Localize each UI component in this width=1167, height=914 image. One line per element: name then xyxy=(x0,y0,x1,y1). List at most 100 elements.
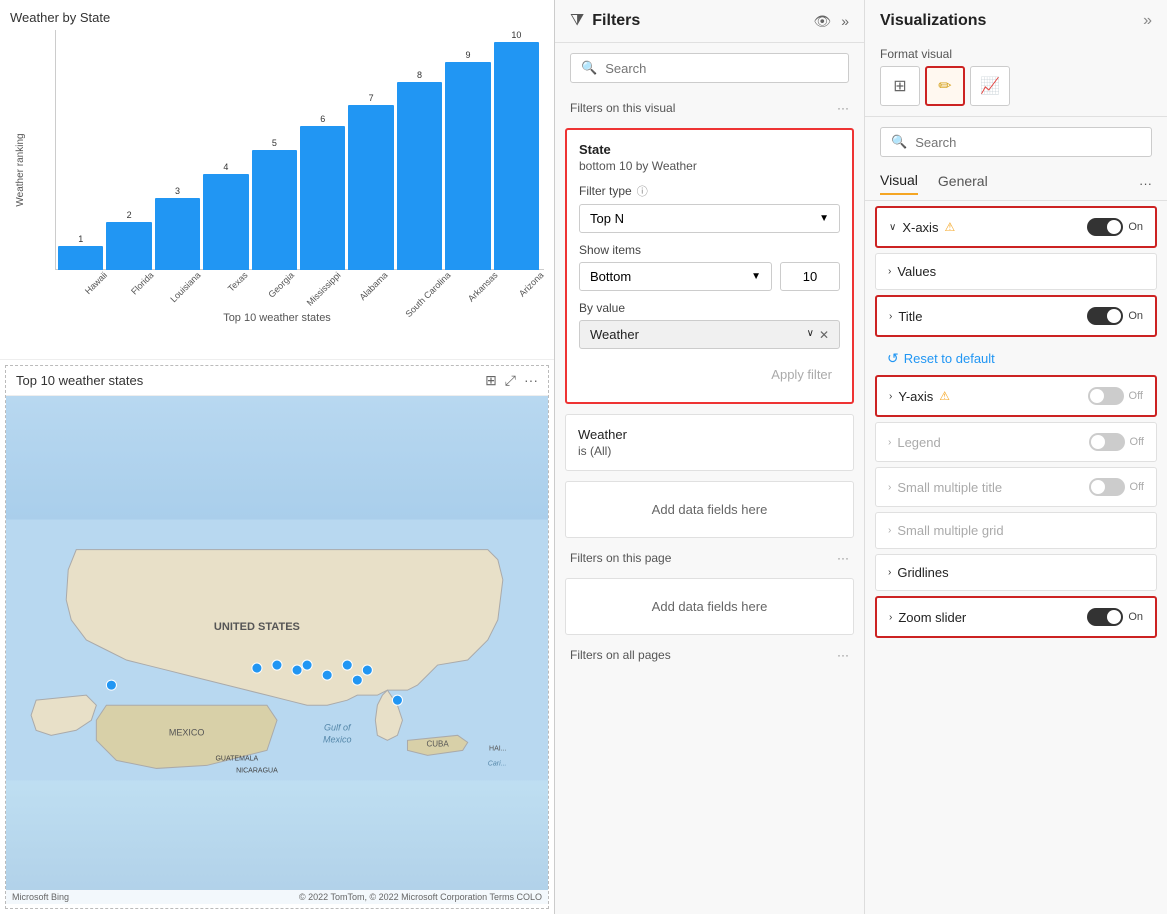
svg-text:Cari...: Cari... xyxy=(488,760,507,767)
bar-1: 1 xyxy=(58,234,103,270)
values-title: Values xyxy=(897,264,936,279)
bar-3: 3 xyxy=(155,186,200,270)
analytics-tool-button[interactable]: 📈 xyxy=(970,66,1010,106)
filters-page-more[interactable]: ··· xyxy=(837,551,849,565)
grid-tool-icon: ⊞ xyxy=(893,76,906,96)
add-data-fields-1[interactable]: Add data fields here xyxy=(565,481,854,538)
y-axis-section[interactable]: › Y-axis ⚠ Off xyxy=(875,375,1157,417)
expand-icon[interactable]: ⤢ xyxy=(505,372,516,389)
legend-title: Legend xyxy=(897,435,940,450)
map-footer-right: © 2022 TomTom, © 2022 Microsoft Corporat… xyxy=(299,892,542,902)
gridlines-section[interactable]: › Gridlines xyxy=(875,554,1157,591)
y-axis-warning-icon: ⚠ xyxy=(939,389,950,403)
title-toggle[interactable] xyxy=(1087,307,1123,325)
small-multiple-title-section[interactable]: › Small multiple title Off xyxy=(875,467,1157,507)
filter-icon[interactable]: ⊞ xyxy=(485,372,497,389)
small-multiple-grid-section[interactable]: › Small multiple grid xyxy=(875,512,1157,549)
apply-filter-button[interactable]: Apply filter xyxy=(579,359,840,390)
filters-search-box[interactable]: 🔍 xyxy=(570,53,849,83)
viz-header: Visualizations » xyxy=(865,0,1167,42)
reset-to-default-row[interactable]: ↺ Reset to default xyxy=(875,342,1157,375)
filters-page-header: Filters on this page ··· xyxy=(555,543,864,573)
viz-expand-icon[interactable]: » xyxy=(1143,12,1152,30)
expand-filters-icon[interactable]: » xyxy=(841,13,849,30)
filter-type-select[interactable]: Top N ▼ xyxy=(579,204,840,233)
filters-search-input[interactable] xyxy=(605,61,838,76)
filters-page-label: Filters on this page xyxy=(570,551,671,565)
us-map-svg: UNITED STATES Gulf of Mexico MEXICO CUBA… xyxy=(6,396,548,904)
filters-on-visual-more[interactable]: ··· xyxy=(837,101,849,115)
bar-2: 2 xyxy=(106,210,151,270)
filters-all-more[interactable]: ··· xyxy=(837,648,849,662)
values-section[interactable]: › Values xyxy=(875,253,1157,290)
bar-9: 9 xyxy=(445,50,490,270)
clear-icon[interactable]: ✕ xyxy=(819,328,829,342)
bar-4: 4 xyxy=(203,162,248,270)
state-filter-subtitle: bottom 10 by Weather xyxy=(579,159,840,173)
filters-all-label: Filters on all pages xyxy=(570,648,671,662)
small-multiple-title-toggle[interactable] xyxy=(1089,478,1125,496)
svg-text:MEXICO: MEXICO xyxy=(169,727,205,737)
eye-icon[interactable]: 👁 xyxy=(813,13,831,30)
filters-panel: ⧩ Filters 👁 » 🔍 Filters on this visual ·… xyxy=(555,0,865,914)
filter-funnel-icon: ⧩ xyxy=(570,12,584,30)
format-tool-button[interactable]: ✏ xyxy=(925,66,965,106)
viz-search-icon: 🔍 xyxy=(891,134,907,150)
map-section: Top 10 weather states ⊞ ⤢ ··· UNITED STA… xyxy=(5,365,549,909)
state-filter-title: State xyxy=(579,142,840,157)
gridlines-title: Gridlines xyxy=(897,565,948,580)
viz-search-box[interactable]: 🔍 xyxy=(880,127,1152,157)
weather-filter-value: is (All) xyxy=(578,444,841,458)
title-chevron: › xyxy=(889,311,892,322)
small-multiple-grid-title: Small multiple grid xyxy=(897,523,1003,538)
zoom-slider-toggle[interactable] xyxy=(1087,608,1123,626)
title-section[interactable]: › Title On xyxy=(875,295,1157,337)
filters-on-visual-label: Filters on this visual xyxy=(570,101,675,115)
x-axis-toggle[interactable] xyxy=(1087,218,1123,236)
tab-general[interactable]: General xyxy=(938,173,988,194)
svg-text:GUATEMALA: GUATEMALA xyxy=(215,755,258,762)
filter-type-select-wrapper[interactable]: Top N ▼ xyxy=(579,204,840,233)
legend-section[interactable]: › Legend Off xyxy=(875,422,1157,462)
x-axis-labels: Hawaii Florida Louisiana Texas Georgia M… xyxy=(58,270,539,310)
state-filter-card: State bottom 10 by Weather Filter type ⓘ… xyxy=(565,128,854,404)
x-axis-section[interactable]: ∨ X-axis ⚠ On xyxy=(875,206,1157,248)
legend-toggle[interactable] xyxy=(1089,433,1125,451)
zoom-slider-section[interactable]: › Zoom slider On xyxy=(875,596,1157,638)
viz-search-input[interactable] xyxy=(915,135,1141,150)
bar-chart-container: Weather by State Weather ranking 1 2 3 4… xyxy=(0,0,554,360)
tab-visual[interactable]: Visual xyxy=(880,172,918,195)
show-items-row: Bottom ▼ xyxy=(579,262,840,291)
zoom-slider-chevron: › xyxy=(889,612,892,623)
svg-text:CUBA: CUBA xyxy=(426,739,449,748)
info-icon: ⓘ xyxy=(637,183,648,199)
y-axis-title: Weather ranking xyxy=(15,133,26,206)
show-items-direction-select[interactable]: Bottom ▼ xyxy=(579,262,772,291)
viz-title: Visualizations xyxy=(880,12,986,30)
tab-more[interactable]: ··· xyxy=(1139,176,1152,191)
by-value-select[interactable]: Weather ∨ ✕ xyxy=(579,320,840,349)
y-axis-title: Y-axis xyxy=(898,389,933,404)
map-toolbar[interactable]: ⊞ ⤢ ··· xyxy=(485,372,538,389)
svg-text:Mexico: Mexico xyxy=(323,734,352,744)
grid-tool-button[interactable]: ⊞ xyxy=(880,66,920,106)
y-axis-toggle[interactable] xyxy=(1088,387,1124,405)
gridlines-chevron: › xyxy=(888,567,891,578)
more-icon[interactable]: ··· xyxy=(524,372,538,389)
x-axis-title: X-axis xyxy=(902,220,938,235)
bar-10: 10 xyxy=(494,30,539,270)
weather-filter-card: Weather is (All) xyxy=(565,414,854,471)
add-data-fields-2[interactable]: Add data fields here xyxy=(565,578,854,635)
show-items-count-input[interactable] xyxy=(780,262,840,291)
small-multiple-grid-chevron: › xyxy=(888,525,891,536)
x-axis-chevron: ∨ xyxy=(889,222,896,233)
zoom-slider-title: Zoom slider xyxy=(898,610,966,625)
map-footer-left: Microsoft Bing xyxy=(12,892,69,902)
chevron-down-icon-3: ∨ xyxy=(807,328,814,342)
filters-on-visual-header: Filters on this visual ··· xyxy=(555,93,864,123)
chart-subtitle: Top 10 weather states xyxy=(10,312,544,324)
svg-text:Gulf of: Gulf of xyxy=(324,722,352,732)
values-chevron: › xyxy=(888,266,891,277)
bar-6: 6 xyxy=(300,114,345,270)
search-icon: 🔍 xyxy=(581,60,597,76)
